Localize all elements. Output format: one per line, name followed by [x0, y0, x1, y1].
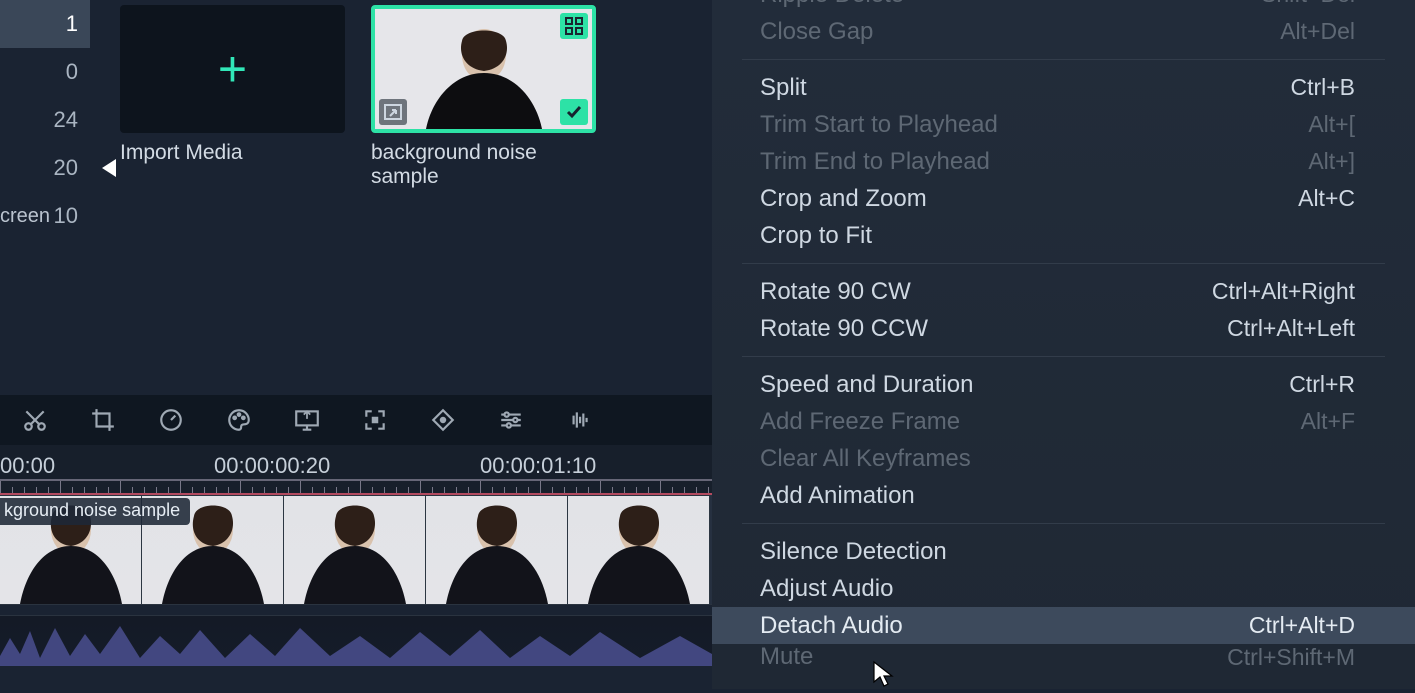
timeline[interactable]: kground noise sample: [0, 495, 712, 689]
media-bin: + Import Media background noise sampl: [120, 0, 710, 395]
menu-label: Add Freeze Frame: [760, 408, 960, 436]
sidebar-row[interactable]: 20: [0, 144, 90, 192]
ruler-time-2: 00:00:01:10: [480, 453, 596, 479]
menu-item-adjust-audio[interactable]: Adjust Audio: [712, 570, 1415, 607]
menu-label: Split: [760, 74, 807, 102]
menu-item-trim-start-to-playhead: Trim Start to Playhead Alt+[: [712, 106, 1415, 143]
menu-item-clear-all-keyframes: Clear All Keyframes: [712, 440, 1415, 477]
menu-separator: [742, 523, 1385, 524]
menu-label: Speed and Duration: [760, 371, 974, 399]
person-silhouette: [414, 21, 554, 129]
menu-shortcut: Ctrl+Shift+M: [1227, 644, 1355, 670]
menu-shortcut: Alt+[: [1308, 111, 1355, 138]
clip-label: background noise sample: [371, 141, 596, 189]
menu-shortcut: Ctrl+Alt+Left: [1227, 315, 1355, 342]
timeline-ruler[interactable]: 00:00 00:00:00:20 00:00:01:10: [0, 445, 712, 495]
expand-icon: [379, 99, 407, 125]
sidebar-row[interactable]: 0: [0, 48, 90, 96]
menu-shortcut: Alt+F: [1301, 408, 1355, 435]
sidebar-row[interactable]: 1: [0, 0, 90, 48]
import-label: Import Media: [120, 141, 345, 165]
crop-icon[interactable]: [88, 405, 118, 435]
number-sidebar: 102420creen10: [0, 0, 90, 395]
timeline-clip-label: kground noise sample: [0, 498, 190, 525]
timeline-frame: [284, 496, 426, 604]
menu-label: Silence Detection: [760, 538, 947, 566]
menu-label: Trim Start to Playhead: [760, 111, 998, 139]
timeline-frame: [568, 496, 710, 604]
menu-label: Rotate 90 CW: [760, 278, 911, 306]
menu-item-trim-end-to-playhead: Trim End to Playhead Alt+]: [712, 143, 1415, 180]
cursor-icon: [872, 660, 894, 693]
menu-separator: [742, 356, 1385, 357]
menu-label: Mute: [760, 644, 813, 670]
menu-label: Close Gap: [760, 18, 873, 46]
import-media-slot[interactable]: + Import Media: [120, 5, 345, 395]
media-clip[interactable]: background noise sample: [371, 5, 596, 395]
menu-shortcut: Ctrl+B: [1290, 74, 1355, 101]
menu-item-rotate-90-cw[interactable]: Rotate 90 CW Ctrl+Alt+Right: [712, 273, 1415, 310]
menu-separator: [742, 263, 1385, 264]
check-icon: [560, 99, 588, 125]
fullscreen-icon[interactable]: [360, 405, 390, 435]
menu-shortcut: Alt+C: [1298, 185, 1355, 212]
menu-item-split[interactable]: Split Ctrl+B: [712, 69, 1415, 106]
menu-item-crop-to-fit[interactable]: Crop to Fit: [712, 217, 1415, 254]
menu-label: Rotate 90 CCW: [760, 315, 928, 343]
menu-shortcut: Shift+Del: [1261, 0, 1355, 8]
menu-shortcut: Alt+Del: [1280, 18, 1355, 45]
video-track[interactable]: kground noise sample: [0, 495, 712, 605]
keyframe-icon[interactable]: [428, 405, 458, 435]
import-placeholder[interactable]: +: [120, 5, 345, 133]
ruler-time-1: 00:00:00:20: [214, 453, 330, 479]
menu-separator: [742, 59, 1385, 60]
audio-icon[interactable]: [564, 405, 594, 435]
sidebar-row[interactable]: 24: [0, 96, 90, 144]
menu-item-detach-audio[interactable]: Detach Audio Ctrl+Alt+D: [712, 607, 1415, 644]
cut-icon[interactable]: [20, 405, 50, 435]
menu-item-close-gap: Close Gap Alt+Del: [712, 13, 1415, 50]
clip-thumbnail[interactable]: [371, 5, 596, 133]
settings-icon[interactable]: [496, 405, 526, 435]
timeline-frame: [426, 496, 568, 604]
menu-label: Detach Audio: [760, 612, 903, 640]
menu-item-ripple-delete: Ripple Delete Shift+Del: [712, 0, 1415, 13]
menu-item-silence-detection[interactable]: Silence Detection: [712, 533, 1415, 570]
context-menu: Ripple Delete Shift+Del Close Gap Alt+Del Sp…: [712, 0, 1415, 689]
menu-label: Adjust Audio: [760, 575, 893, 603]
color-icon[interactable]: [224, 405, 254, 435]
menu-item-crop-and-zoom[interactable]: Crop and Zoom Alt+C: [712, 180, 1415, 217]
menu-label: Clear All Keyframes: [760, 445, 971, 473]
sidebar-row[interactable]: creen10: [0, 192, 90, 240]
ruler-time-0: 00:00: [0, 453, 55, 479]
menu-label: Add Animation: [760, 482, 915, 510]
menu-item-add-freeze-frame: Add Freeze Frame Alt+F: [712, 403, 1415, 440]
menu-label: Crop to Fit: [760, 222, 872, 250]
menu-item-speed-and-duration[interactable]: Speed and Duration Ctrl+R: [712, 366, 1415, 403]
menu-item-rotate-90-ccw[interactable]: Rotate 90 CCW Ctrl+Alt+Left: [712, 310, 1415, 347]
menu-label: Trim End to Playhead: [760, 148, 990, 176]
menu-shortcut: Ctrl+R: [1289, 371, 1355, 398]
menu-shortcut: Ctrl+Alt+Right: [1212, 278, 1355, 305]
menu-item-add-animation[interactable]: Add Animation: [712, 477, 1415, 514]
menu-shortcut: Alt+]: [1308, 148, 1355, 175]
audio-track[interactable]: [0, 615, 712, 665]
menu-label: Ripple Delete: [760, 0, 904, 9]
speed-icon[interactable]: [156, 405, 186, 435]
menu-shortcut: Ctrl+Alt+D: [1249, 612, 1355, 639]
collapse-icon[interactable]: [102, 159, 116, 177]
grid-icon: [560, 13, 588, 39]
timeline-toolbar: [0, 395, 712, 445]
plus-icon: +: [218, 44, 247, 94]
menu-label: Crop and Zoom: [760, 185, 927, 213]
screen-icon[interactable]: [292, 405, 322, 435]
menu-item-mute: Mute Ctrl+Shift+M: [712, 644, 1415, 670]
